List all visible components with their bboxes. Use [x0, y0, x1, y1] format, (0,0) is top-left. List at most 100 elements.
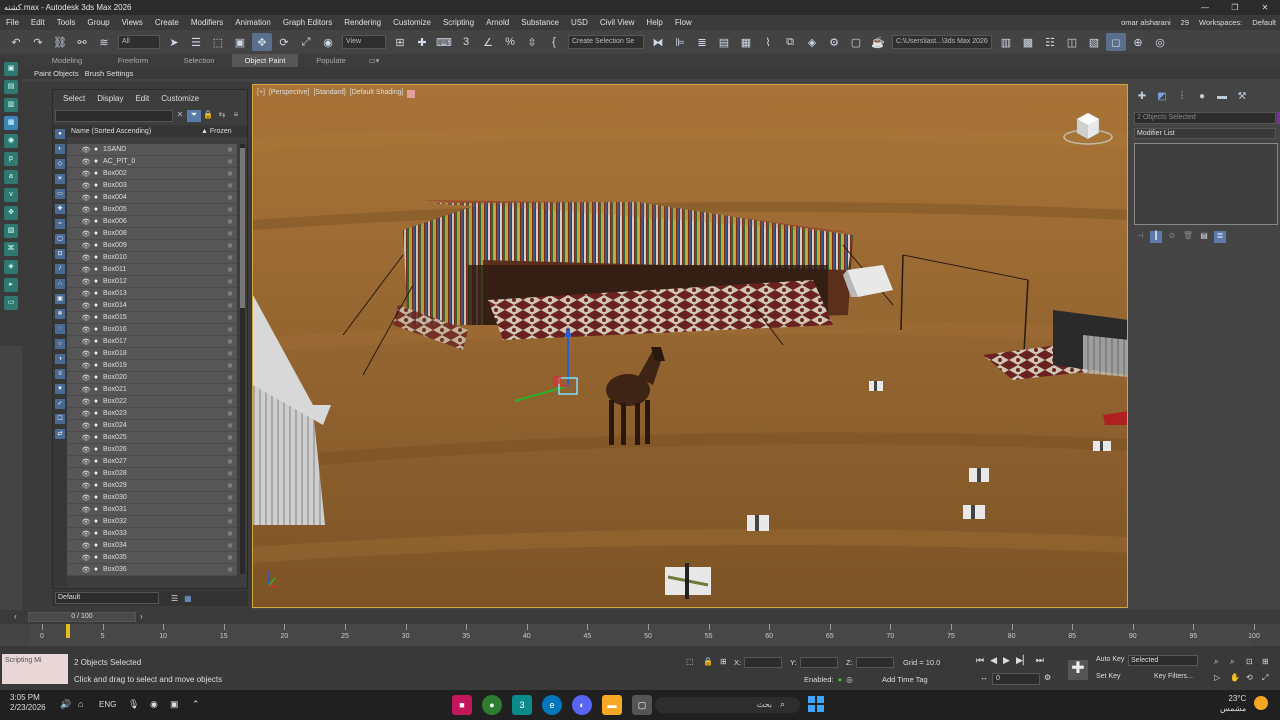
align-icon[interactable]: ⊫	[670, 33, 690, 51]
menu-customize[interactable]: Customize	[387, 15, 437, 30]
schematic-view-icon[interactable]: ⧉	[780, 33, 800, 51]
frozen-icon[interactable]: ❄	[223, 482, 237, 490]
select-and-move-icon[interactable]: ✥	[252, 33, 272, 51]
list-item[interactable]: 👁 ● Box009 ❄	[67, 240, 237, 252]
mirror-icon[interactable]: ⧓	[648, 33, 668, 51]
visibility-eye-icon[interactable]: 👁	[81, 422, 91, 430]
user-account[interactable]: omar alsharani	[1121, 15, 1171, 30]
viewport-color-swatch[interactable]	[407, 90, 416, 98]
list-item[interactable]: 👁 ● Box033 ❄	[67, 528, 237, 540]
isolate-selection-icon[interactable]: ⬚	[686, 657, 694, 666]
visibility-eye-icon[interactable]: 👁	[81, 278, 91, 286]
menu-arnold[interactable]: Arnold	[480, 15, 515, 30]
frozen-icon[interactable]: ❄	[223, 530, 237, 538]
select-none-icon[interactable]: ☐	[55, 414, 65, 424]
frozen-icon[interactable]: ❄	[223, 458, 237, 466]
microphone-icon[interactable]: 🎙	[128, 699, 139, 710]
windows-start-icon[interactable]	[808, 696, 824, 712]
visibility-eye-icon[interactable]: 👁	[81, 446, 91, 454]
frozen-icon[interactable]: ❄	[223, 470, 237, 478]
explorer-menu-display[interactable]: Display	[97, 94, 123, 103]
frozen-icon[interactable]: ❄	[223, 362, 237, 370]
current-frame-input[interactable]: 0	[992, 673, 1040, 685]
visibility-eye-icon[interactable]: 👁	[81, 146, 91, 154]
time-prev-icon[interactable]: ‹	[14, 612, 17, 621]
render-setup-icon[interactable]: ⚙	[824, 33, 844, 51]
y-input[interactable]	[799, 657, 838, 668]
layers-icon[interactable]: ☷	[1040, 33, 1060, 51]
display-xrefs-icon[interactable]: ⊡	[55, 249, 65, 259]
notification-count[interactable]: 29	[1181, 15, 1189, 30]
clear-search-icon[interactable]: ✕	[173, 110, 187, 122]
spinner-snap-icon[interactable]: ⇳	[522, 33, 542, 51]
z-input[interactable]	[855, 657, 894, 668]
window-crossing-icon[interactable]: ▣	[230, 33, 250, 51]
percent-snap-icon[interactable]: %	[500, 33, 520, 51]
maximize-button[interactable]: ❐	[1220, 0, 1250, 15]
list-item[interactable]: 👁 ● Box036 ❄	[67, 564, 237, 576]
list-item[interactable]: 👁 ● Box030 ❄	[67, 492, 237, 504]
select-invert-icon[interactable]: ⇄	[55, 429, 65, 439]
visibility-eye-icon[interactable]: 👁	[81, 566, 91, 574]
tab-freeform[interactable]: Freeform	[100, 54, 166, 67]
list-item[interactable]: 👁 ● Box023 ❄	[67, 408, 237, 420]
paint-objects-button[interactable]: Paint Objects	[34, 69, 79, 78]
menu-scripting[interactable]: Scripting	[437, 15, 480, 30]
list-item[interactable]: 👁 ● Box028 ❄	[67, 468, 237, 480]
list-item[interactable]: 👁 ● Box035 ❄	[67, 552, 237, 564]
visibility-eye-icon[interactable]: 👁	[81, 470, 91, 478]
frozen-icon[interactable]: ❄	[223, 230, 237, 238]
app-taskview-icon[interactable]: ▢	[632, 695, 652, 715]
paint-tool-icon[interactable]: ▦	[4, 116, 18, 130]
pan-icon[interactable]: ✋	[1230, 673, 1240, 682]
viewport-shading-menu[interactable]: [Default Shading]	[350, 89, 404, 98]
freeform-tool-icon[interactable]: ▤	[4, 80, 18, 94]
display-spacewarps-icon[interactable]: ≈	[55, 219, 65, 229]
ribbon-toggle-icon[interactable]: ▦	[736, 33, 756, 51]
column-name-header[interactable]: Name (Sorted Ascending)	[69, 128, 201, 135]
list-item[interactable]: 👁 ● Box031 ❄	[67, 504, 237, 516]
frozen-icon[interactable]: ❄	[223, 194, 237, 202]
maximize-viewport-icon[interactable]: ◻	[1106, 33, 1126, 51]
frozen-icon[interactable]: ❄	[223, 254, 237, 262]
menu-tools[interactable]: Tools	[51, 15, 82, 30]
transform-tool-icon[interactable]: ✥	[4, 206, 18, 220]
edit-named-selection-icon[interactable]: {	[544, 33, 564, 51]
field-of-view-icon[interactable]: ▷	[1214, 673, 1220, 682]
close-button[interactable]: ✕	[1250, 0, 1280, 15]
app-explorer-icon[interactable]: ▬	[602, 695, 622, 715]
absolute-mode-icon[interactable]: ⊞	[720, 657, 727, 666]
curve-editor-icon[interactable]: ⌇	[758, 33, 778, 51]
app-discord-icon[interactable]: ◐	[572, 695, 592, 715]
viewcube[interactable]	[1063, 107, 1113, 147]
frozen-icon[interactable]: ❄	[223, 566, 237, 574]
key-set-dropdown[interactable]: Selected	[1128, 655, 1198, 666]
list-item[interactable]: 👁 ● Box010 ❄	[67, 252, 237, 264]
frozen-icon[interactable]: ❄	[223, 338, 237, 346]
frozen-icon[interactable]: ❄	[223, 218, 237, 226]
language-indicator[interactable]: ENG	[99, 700, 116, 709]
filter-icon[interactable]: ⏷	[187, 110, 201, 122]
tab-selection[interactable]: Selection	[166, 54, 232, 67]
frozen-icon[interactable]: ❄	[223, 422, 237, 430]
goto-start-icon[interactable]: ⏮	[976, 655, 984, 666]
list-item[interactable]: 👁 ● Box005 ❄	[67, 204, 237, 216]
weather-widget[interactable]: 23°C مشمس	[1220, 694, 1246, 714]
new-key-icon[interactable]: ✚	[1068, 660, 1088, 680]
viewport-scene[interactable]	[253, 85, 1128, 608]
menu-graph-editors[interactable]: Graph Editors	[277, 15, 338, 30]
viewport-general-menu[interactable]: [+]	[257, 89, 265, 98]
list-item[interactable]: 👁 ● Box017 ❄	[67, 336, 237, 348]
time-configuration-icon[interactable]: ⚙	[1044, 673, 1051, 682]
list-item[interactable]: 👁 ● Box014 ❄	[67, 300, 237, 312]
visibility-eye-icon[interactable]: 👁	[81, 434, 91, 442]
tab-populate[interactable]: Populate	[298, 54, 364, 67]
toggle-layer-explorer-icon[interactable]: ▤	[714, 33, 734, 51]
populate-tool-icon[interactable]: ◉	[4, 134, 18, 148]
list-item[interactable]: 👁 ● Box020 ❄	[67, 372, 237, 384]
visibility-eye-icon[interactable]: 👁	[81, 506, 91, 514]
visibility-eye-icon[interactable]: 👁	[81, 290, 91, 298]
app-3dsmax-icon[interactable]: 3	[512, 695, 532, 715]
procedural-tool-icon[interactable]: p	[4, 152, 18, 166]
visibility-eye-icon[interactable]: 👁	[81, 530, 91, 538]
